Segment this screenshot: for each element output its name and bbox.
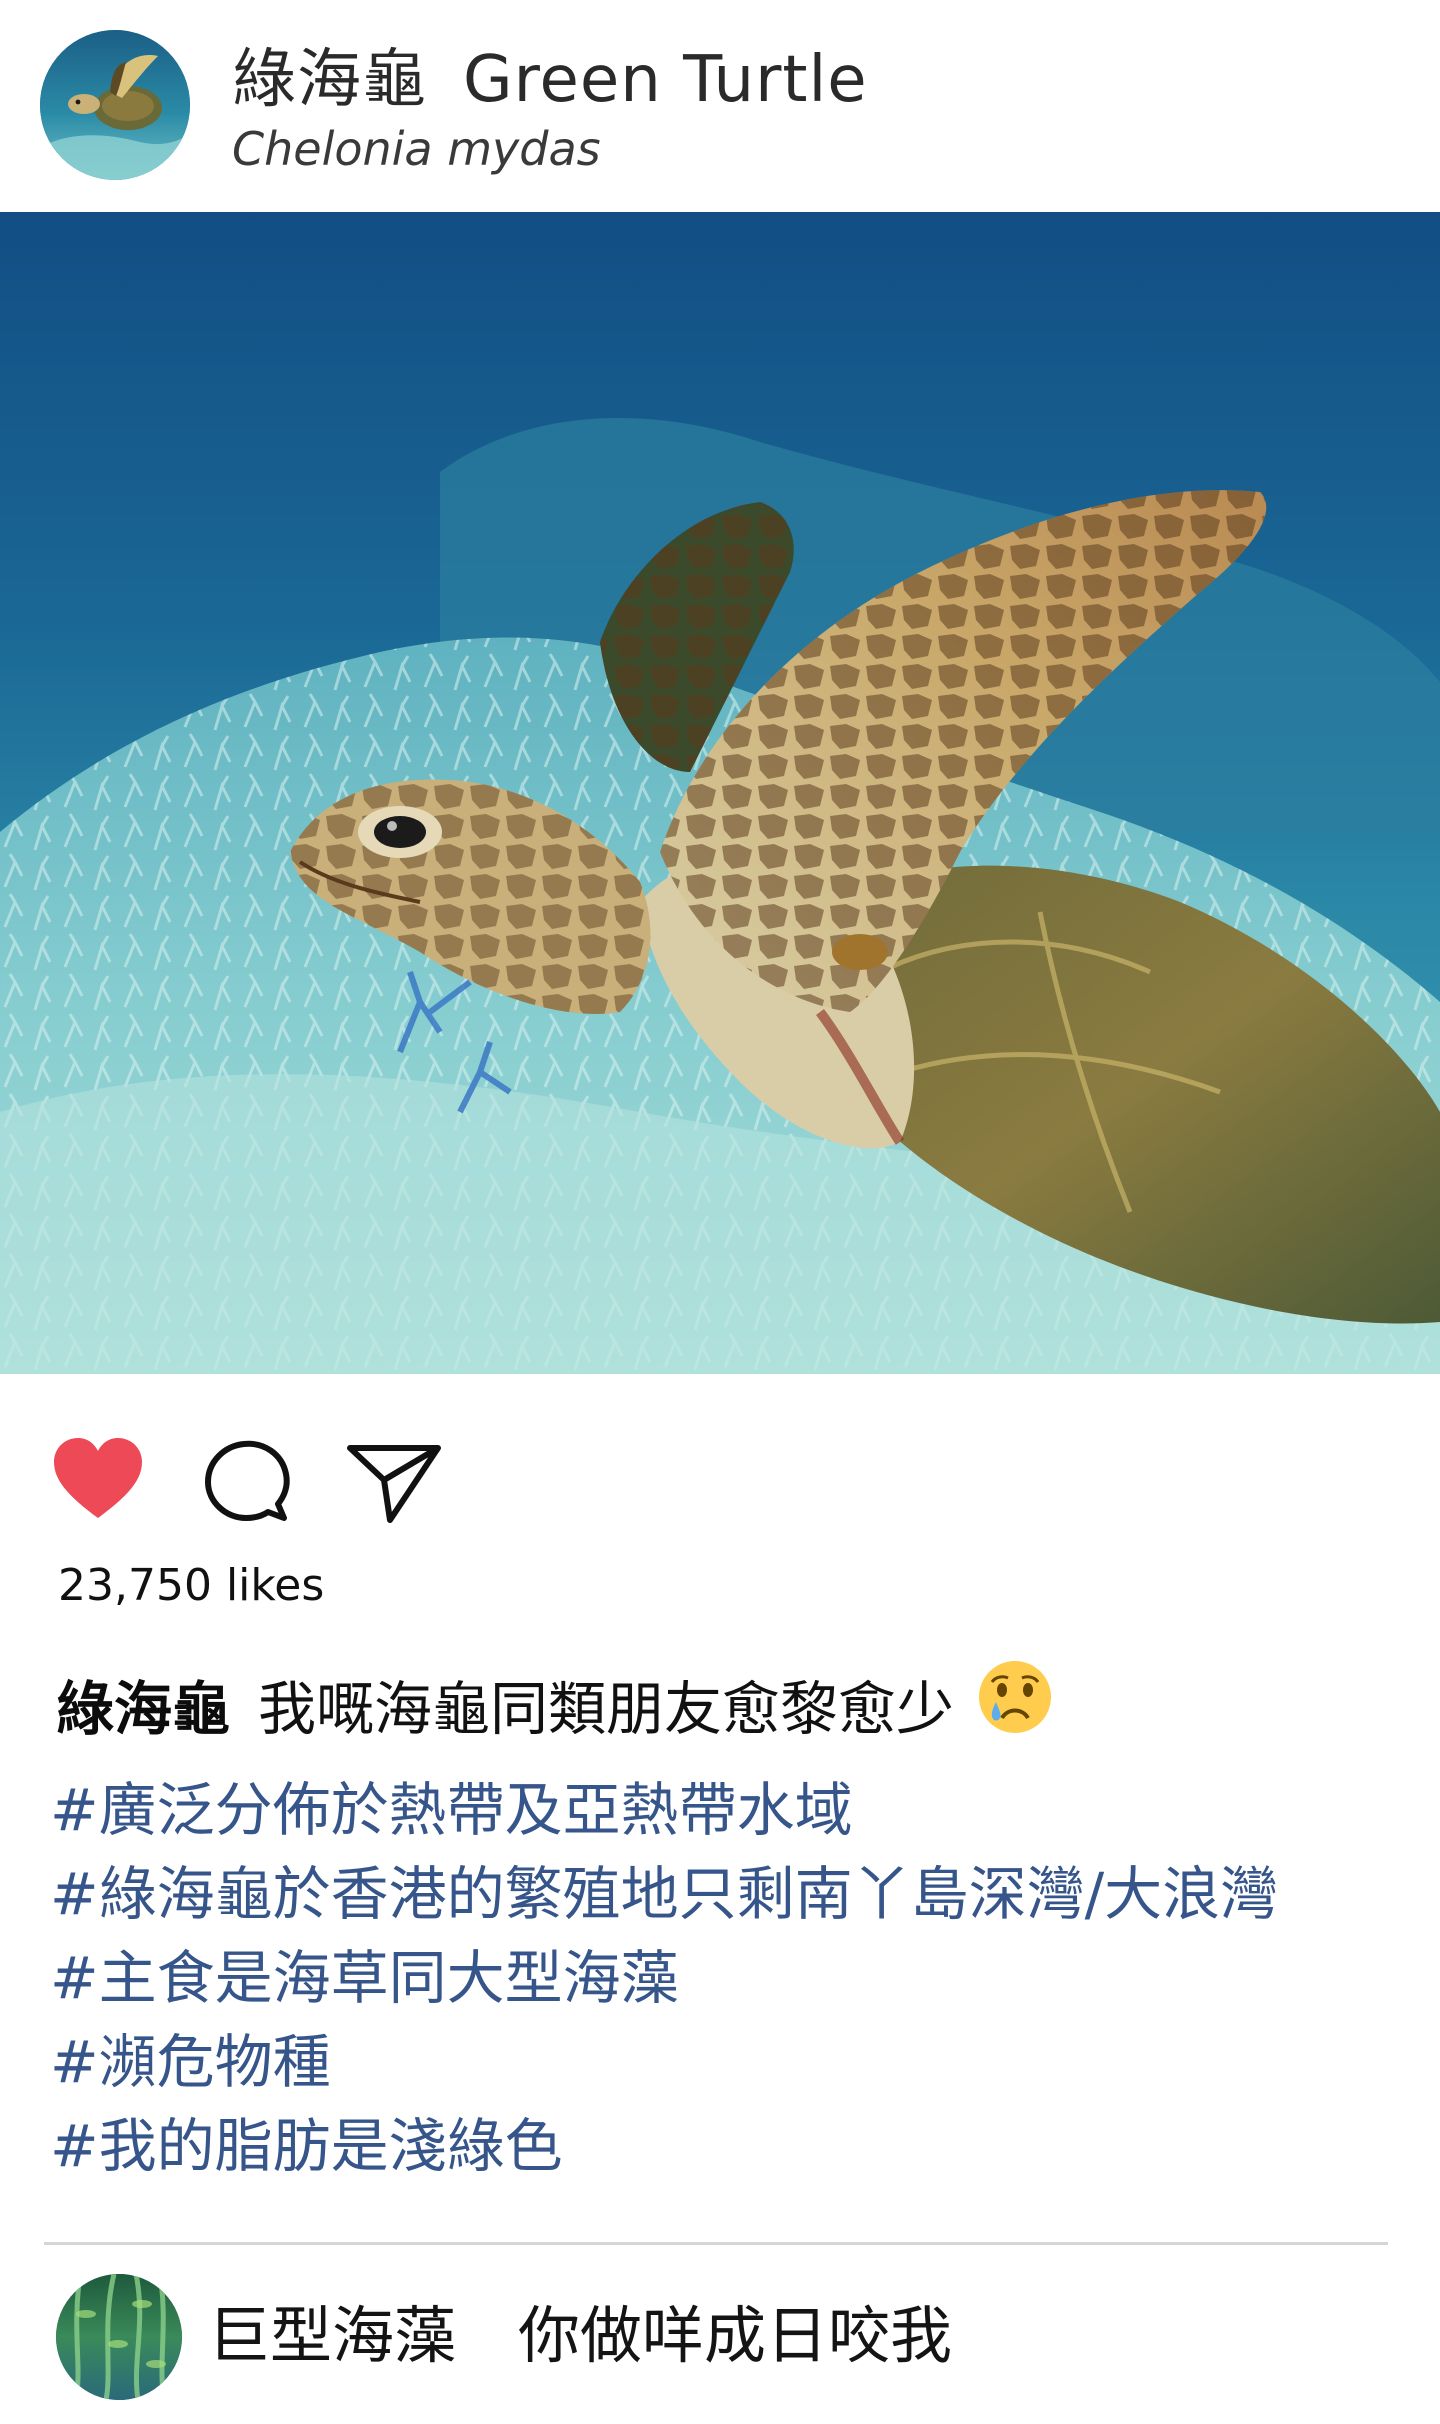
caption-text: 我嘅海龜同類朋友愈黎愈少 — [258, 1675, 955, 1743]
profile-avatar[interactable] — [40, 30, 190, 180]
heart-icon — [54, 1438, 142, 1518]
post-header: 綠海龜 Green Turtle Chelonia mydas — [0, 0, 1440, 212]
action-bar — [0, 1374, 1440, 1564]
crying-face-icon — [976, 1658, 1054, 1757]
profile-name[interactable]: 綠海龜 Green Turtle — [232, 40, 868, 120]
paper-plane-icon — [347, 1445, 441, 1523]
hashtag-link[interactable]: #我的脂肪是淺綠色 — [50, 2104, 1440, 2188]
commenter-avatar[interactable] — [56, 2274, 182, 2400]
post-caption: 綠海龜 我嘅海龜同類朋友愈黎愈少 — [56, 1661, 1426, 1757]
commenter-name[interactable]: 巨型海藻 — [208, 2296, 456, 2376]
hashtag-link[interactable]: #主食是海草同大型海藻 — [50, 1936, 1440, 2020]
comment-text: 你做咩成日咬我 — [518, 2299, 953, 2372]
post-image-illustration — [0, 212, 1440, 1374]
hashtag-link[interactable]: #瀕危物種 — [50, 2020, 1440, 2104]
hashtag-link[interactable]: #廣泛分佈於熱帶及亞熱帶水域 — [50, 1768, 1440, 1852]
like-button[interactable] — [48, 1430, 148, 1530]
hashtag-list: #廣泛分佈於熱帶及亞熱帶水域 #綠海龜於香港的繁殖地只剩南丫島深灣/大浪灣 #主… — [50, 1768, 1440, 2188]
divider — [44, 2242, 1388, 2245]
speech-bubble-icon — [205, 1440, 290, 1521]
profile-subtitle: Chelonia mydas — [232, 122, 601, 176]
comment-row: 巨型海藻 你做咩成日咬我 — [0, 2262, 1440, 2422]
caption-author[interactable]: 綠海龜 — [56, 1675, 230, 1743]
profile-name-en: Green Turtle — [463, 43, 868, 117]
share-button[interactable] — [344, 1430, 444, 1530]
comment-button[interactable] — [196, 1430, 296, 1530]
post-image[interactable] — [0, 212, 1440, 1374]
hashtag-link[interactable]: #綠海龜於香港的繁殖地只剩南丫島深灣/大浪灣 — [50, 1852, 1440, 1936]
likes-count[interactable]: 23,750 likes — [58, 1556, 324, 1616]
profile-name-zh: 綠海龜 — [232, 43, 427, 117]
